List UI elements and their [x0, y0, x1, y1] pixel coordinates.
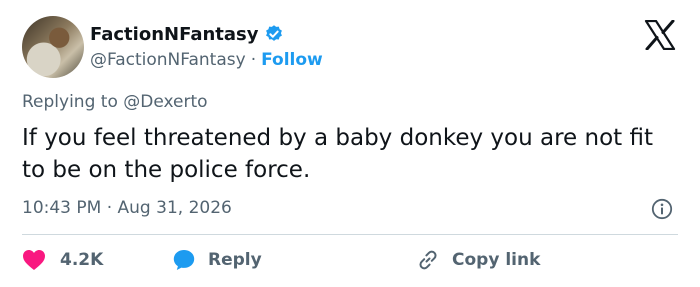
tweet-text: If you feel threatened by a baby donkey … [22, 125, 653, 183]
reply-bubble-icon [172, 248, 196, 272]
like-button[interactable]: 4.2K [22, 249, 172, 271]
reply-label: Reply [208, 250, 262, 270]
handle-separator: · [250, 50, 257, 70]
info-icon[interactable] [651, 198, 673, 220]
author-display-name[interactable]: FactionNFantasy [90, 24, 258, 45]
like-count: 4.2K [60, 250, 104, 270]
reply-context[interactable]: Replying to @Dexerto [22, 92, 208, 112]
tweet-actions: 4.2K Reply Copy link [22, 246, 540, 274]
copy-link-label: Copy link [452, 250, 541, 270]
link-icon [416, 248, 440, 272]
x-logo-icon[interactable] [644, 19, 676, 51]
copy-link-button[interactable]: Copy link [416, 248, 540, 272]
reply-button[interactable]: Reply [172, 248, 416, 272]
avatar[interactable] [22, 16, 84, 78]
follow-button[interactable]: Follow [261, 50, 323, 70]
divider [22, 234, 678, 235]
tweet-timestamp[interactable]: 10:43 PM · Aug 31, 2026 [22, 198, 232, 218]
verified-badge-icon [264, 24, 284, 44]
author-handle[interactable]: @FactionNFantasy [90, 50, 246, 70]
author-name-row: FactionNFantasy [90, 22, 284, 46]
author-handle-row: @FactionNFantasy · Follow [90, 48, 323, 72]
heart-icon [22, 249, 46, 271]
